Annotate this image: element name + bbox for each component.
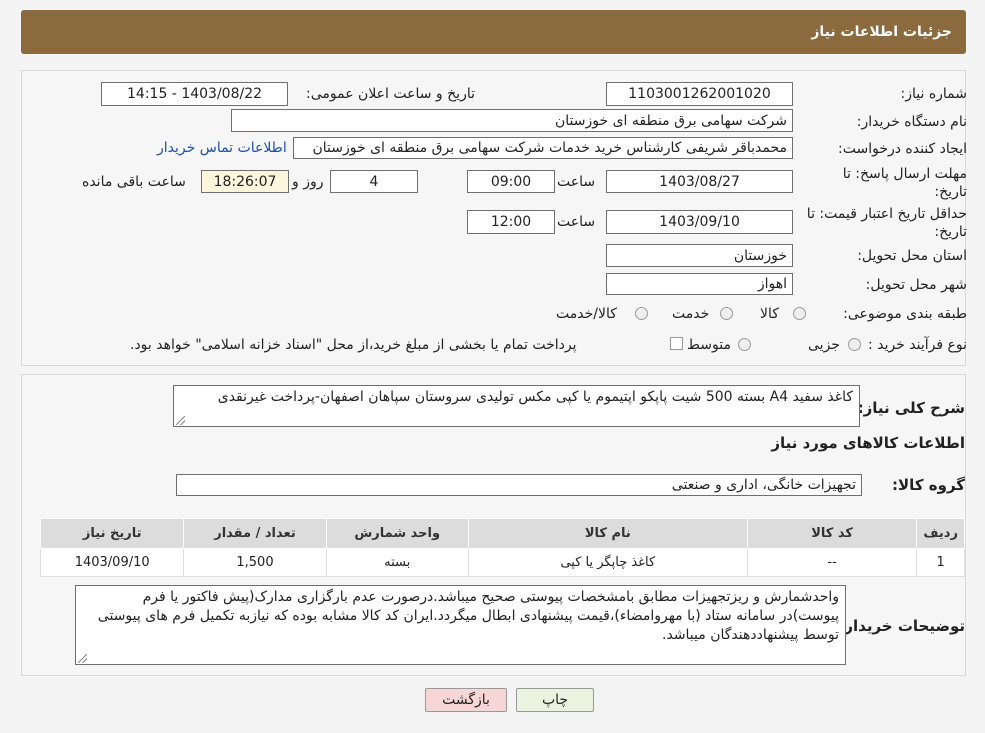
cell-date: 1403/09/10 [39,548,185,577]
buyer-contact-link[interactable]: اطلاعات تماس خریدار [157,140,287,156]
city-label: شهر محل تحویل: [865,277,967,293]
days-field: 4 [330,170,418,193]
province-field: خوزستان [606,244,793,267]
items-table: ردیف کد کالا نام کالا واحد شمارش تعداد /… [39,518,965,577]
category-option-both: کالا/خدمت [556,306,617,322]
deadline-date-field: 1403/08/27 [606,170,793,193]
buyer-org-label: نام دستگاه خریدار: [856,114,967,130]
deadline-time-field: 09:00 [467,170,555,193]
announce-field: 1403/08/22 - 14:15 [101,82,288,106]
treasury-checkbox[interactable] [670,337,683,350]
page-header: جزئیات اطلاعات نیاز [21,10,966,54]
need-number-label: شماره نیاز: [900,86,968,102]
validity-label: حداقل تاریخ اعتبار قیمت: تا [806,206,967,222]
validity-date-field: 1403/09/10 [606,210,793,234]
description-text: کاغذ سفید A4 بسته 500 شیت پاپکو اپتیموم … [217,389,853,405]
category-radio-goods[interactable] [793,307,806,320]
back-button[interactable]: بازگشت [425,688,507,712]
print-button[interactable]: چاپ [516,688,594,712]
col-header-name: نام کالا [467,518,748,549]
purchase-radio-medium[interactable] [738,338,751,351]
cell-code: -- [746,548,918,577]
category-option-service: خدمت [672,306,710,322]
description-label: شرح کلی نیاز: [857,399,965,417]
purchase-type-label: نوع فرآیند خرید : [868,337,967,353]
buyer-notes-text: واحدشمارش و ریزتجهیزات مطابق بامشخصات پی… [97,589,839,643]
resize-handle-icon[interactable] [176,416,185,425]
category-option-goods: کالا [760,306,779,322]
treasury-note: پرداخت تمام یا بخشی از مبلغ خرید،از محل … [130,337,577,353]
purchase-radio-minor[interactable] [848,338,861,351]
goods-group-field: تجهیزات خانگی، اداری و صنعتی [176,474,862,496]
table-row: 1 -- کاغذ چاپگر یا کپی بسته 1,500 1403/0… [39,548,965,577]
city-field: اهواز [606,273,793,295]
cell-unit: بسته [325,548,469,577]
requester-field: محمدباقر شریفی کارشناس خرید خدمات شرکت س… [293,137,793,159]
buyer-org-field: شرکت سهامی برق منطقه ای خوزستان [231,109,793,132]
validity-time-label: ساعت [557,214,596,230]
description-field: کاغذ سفید A4 بسته 500 شیت پاپکو اپتیموم … [173,385,860,427]
remaining-time-field: 18:26:07 [201,170,289,193]
validity-time-field: 12:00 [467,210,555,234]
resize-handle-icon[interactable] [78,654,87,663]
goods-group-label: گروه کالا: [892,476,965,494]
col-header-date: تاریخ نیاز [39,518,185,549]
cell-qty: 1,500 [183,548,327,577]
col-header-unit: واحد شمارش [325,518,469,549]
category-radio-both[interactable] [635,307,648,320]
purchase-option-medium: متوسط [687,337,731,353]
table-header-row: ردیف کد کالا نام کالا واحد شمارش تعداد /… [39,518,965,549]
category-radio-service[interactable] [720,307,733,320]
col-header-row-num: ردیف [916,518,965,549]
goods-info-title: اطلاعات کالاهای مورد نیاز [771,434,965,452]
cell-name: کاغذ چاپگر یا کپی [467,548,748,577]
buyer-notes-label: توضیحات خریدار: [838,617,965,635]
page-title: جزئیات اطلاعات نیاز [811,24,952,40]
validity-label-2: تاریخ: [934,224,967,240]
announce-label: تاریخ و ساعت اعلان عمومی: [306,86,475,102]
category-label: طبقه بندی موضوعی: [843,306,967,322]
deadline-time-label: ساعت [557,174,596,190]
purchase-option-minor: جزیی [808,337,840,353]
requester-label: ایجاد کننده درخواست: [838,141,967,157]
province-label: استان محل تحویل: [857,248,967,264]
need-number-field: 1103001262001020 [606,82,793,106]
deadline-label: مهلت ارسال پاسخ: تا [842,166,967,182]
deadline-label-2: تاریخ: [934,184,967,200]
cell-row-num: 1 [916,548,965,577]
buyer-notes-field: واحدشمارش و ریزتجهیزات مطابق بامشخصات پی… [75,585,846,665]
remaining-label: ساعت باقی مانده [82,174,186,190]
col-header-code: کد کالا [746,518,918,549]
days-label: روز و [292,174,324,190]
col-header-qty: تعداد / مقدار [183,518,327,549]
items-table-wrap: ردیف کد کالا نام کالا واحد شمارش تعداد /… [39,518,965,577]
